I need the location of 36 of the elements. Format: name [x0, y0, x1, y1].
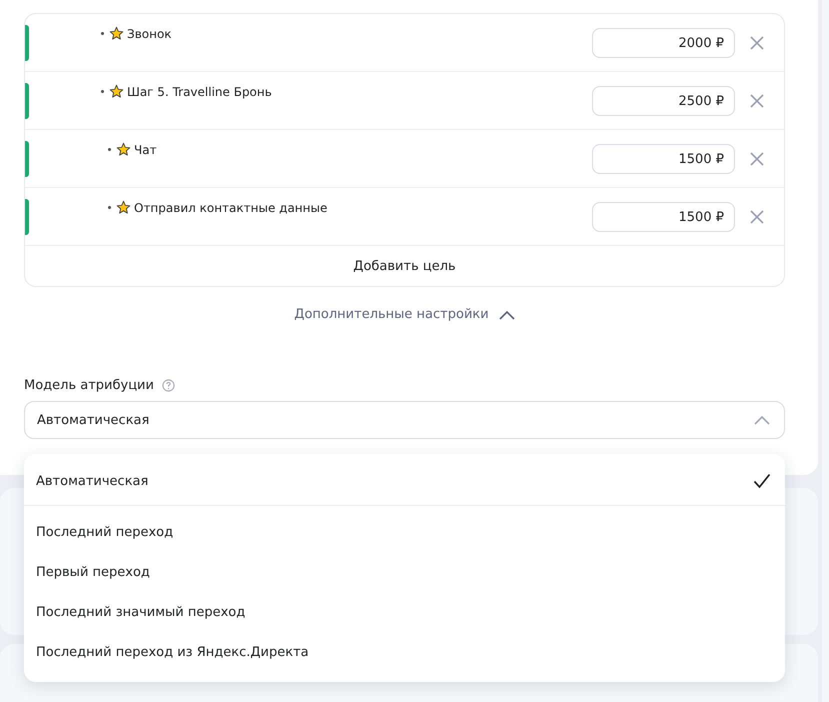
menu-item[interactable]: Автоматическая [24, 460, 785, 502]
goal-name: Отправил контактные данные [134, 200, 328, 214]
help-icon [162, 379, 175, 392]
status-bar [25, 25, 29, 61]
status-bar [25, 83, 29, 119]
star-icon [116, 200, 131, 215]
value-field[interactable]: 2500 ₽ [592, 86, 735, 116]
chevron-icon [754, 415, 770, 425]
bullet-icon [108, 148, 111, 151]
star-icon [116, 142, 131, 157]
close-icon[interactable] [749, 151, 765, 167]
goal-name: Звонок [127, 26, 172, 40]
close-icon[interactable] [749, 209, 765, 225]
star-icon [109, 26, 124, 41]
value-field[interactable]: 1500 ₽ [592, 144, 735, 174]
check-icon [753, 473, 771, 489]
status-bar [25, 141, 29, 177]
status-bar [25, 199, 29, 235]
menu-item[interactable]: Последний переход из Яндекс.Директа [24, 632, 785, 672]
goal-name: Чат [134, 142, 157, 156]
attribution-select[interactable]: Автоматическая [24, 401, 785, 439]
close-icon[interactable] [749, 35, 765, 51]
close-icon[interactable] [749, 93, 765, 109]
menu-item[interactable]: Последний переход [24, 512, 785, 552]
bullet-icon [108, 206, 111, 209]
bullet-icon [101, 32, 104, 35]
bullet-icon [101, 90, 104, 93]
star-icon [109, 84, 124, 99]
goal-name: Шаг 5. Travelline Бронь [127, 84, 272, 98]
value-field[interactable]: 1500 ₽ [592, 202, 735, 232]
advanced-settings-link[interactable]: Дополнительные настройки [294, 307, 515, 322]
menu-item[interactable]: Первый переход [24, 552, 785, 592]
field-label: Модель атрибуции [24, 378, 154, 393]
value-field[interactable]: 2000 ₽ [592, 28, 735, 58]
chevron-icon [498, 310, 515, 320]
menu-item[interactable]: Последний значимый переход [24, 592, 785, 632]
